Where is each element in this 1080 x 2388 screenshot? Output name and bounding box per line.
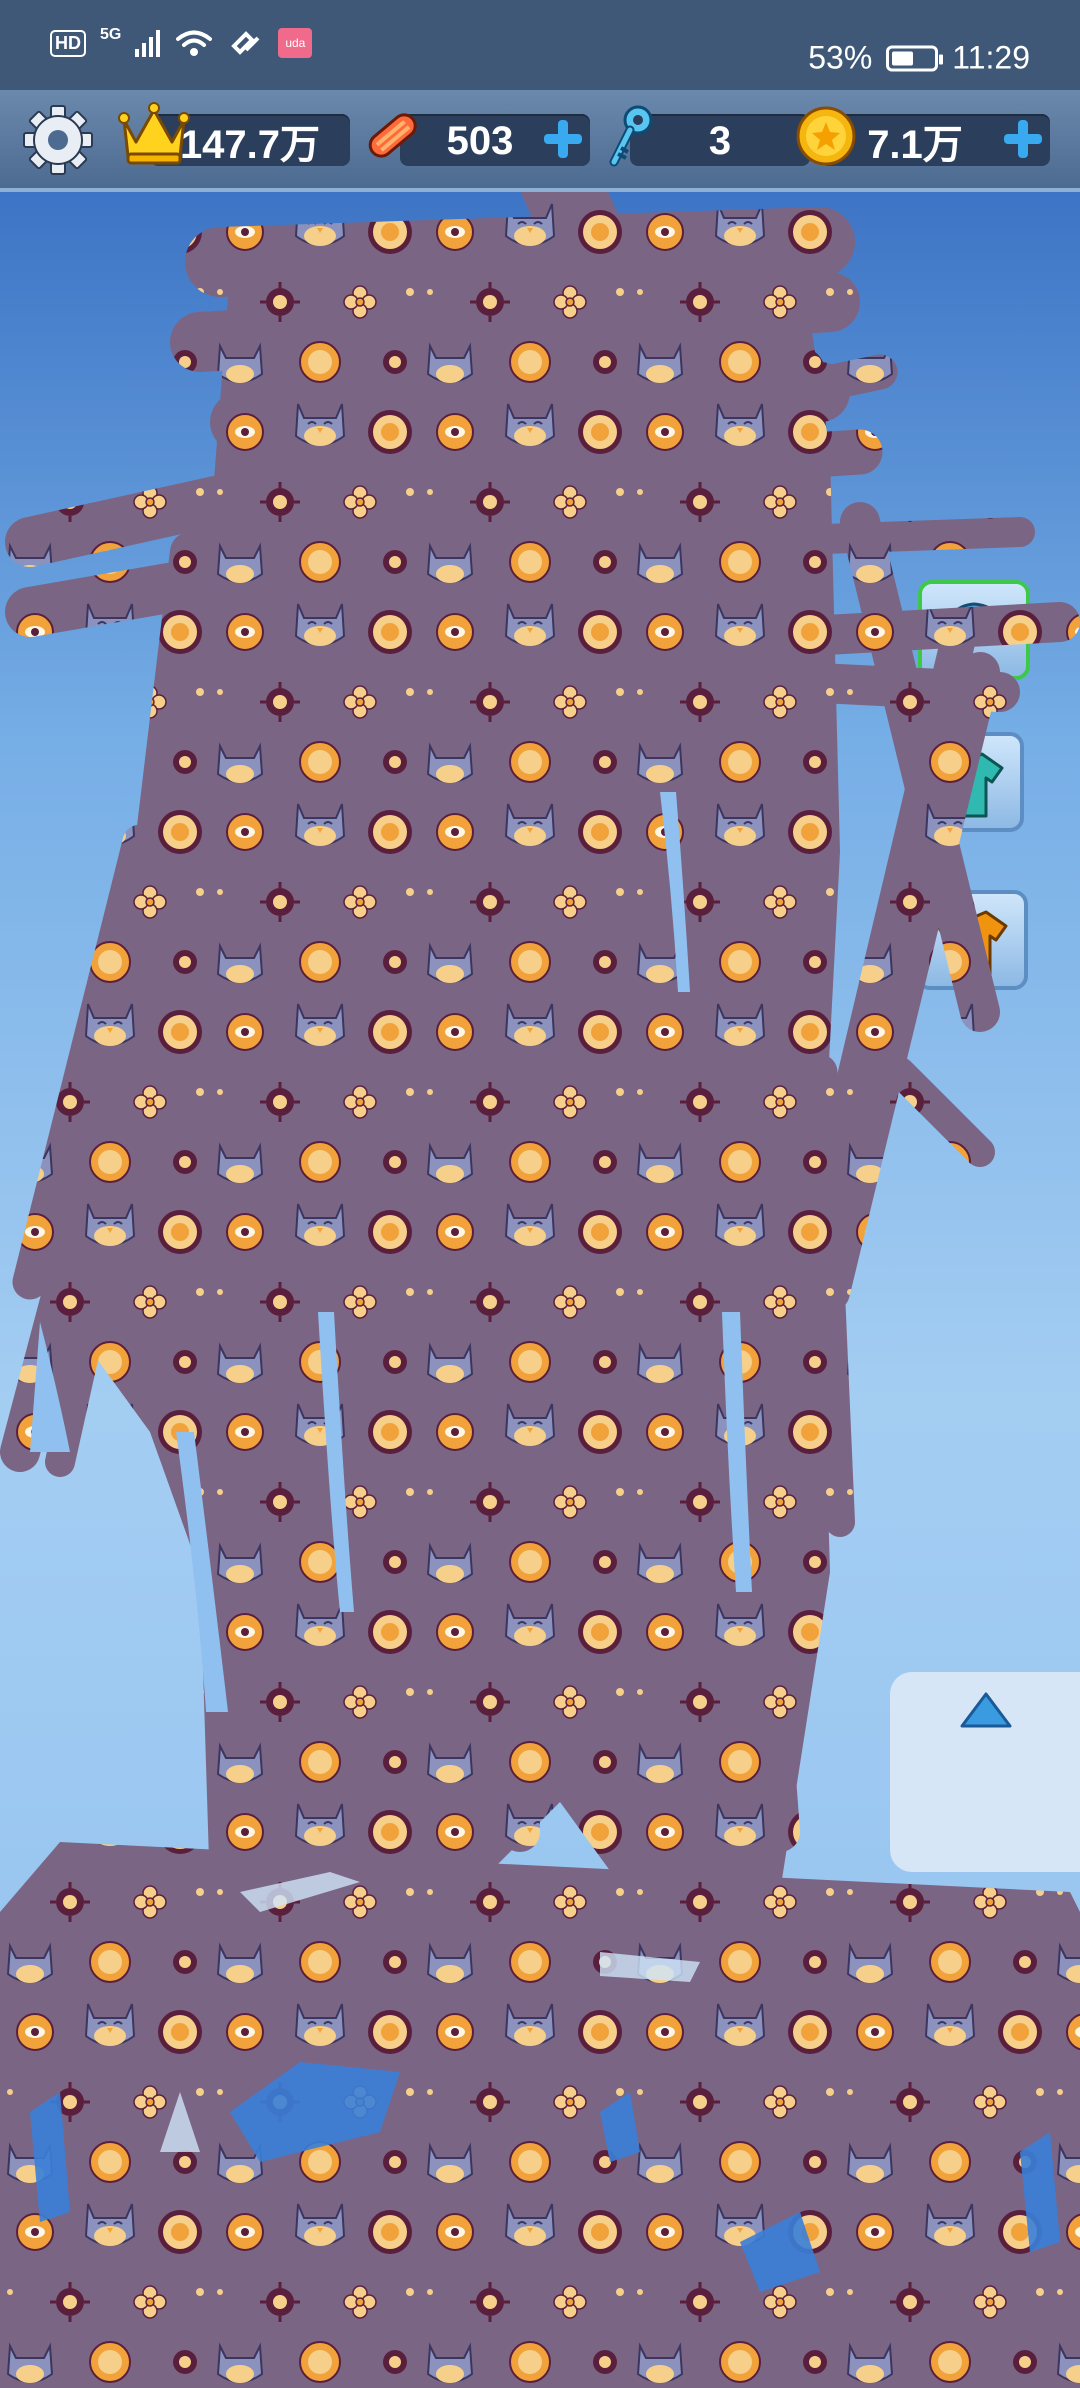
crown-icon [118,102,190,165]
wifi-icon [176,30,213,56]
skateboard-icon [368,113,417,158]
app-notification-badge: uda [278,28,313,58]
plus-icon[interactable] [540,116,586,162]
battery-percent: 53% [808,39,873,76]
battery-icon [886,45,944,71]
coin-value: 7.1万 [867,123,963,167]
hd-badge: HD [50,29,86,57]
status-left-group: HD 5G uda [50,26,313,58]
clock: 11:29 [952,39,1030,76]
game-scene[interactable] [0,192,1080,2388]
key-icon [609,105,653,167]
key-value: 3 [708,118,732,163]
network-type: 5G [100,26,122,43]
status-right-group: 53% 11:29 [808,40,1030,77]
status-bar: HD 5G uda 53% 11:29 [0,0,1080,90]
board-value: 503 [446,118,514,163]
coin-icon [796,106,856,166]
plus-icon[interactable] [1000,116,1046,162]
crown-value: 147.7万 [179,123,321,167]
gear-icon[interactable] [20,102,96,178]
scribble-pattern-overlay [0,192,1080,2388]
link-icon [231,31,260,55]
signal-icon [135,29,161,57]
resource-bar: 147.7万 503 3 7.1万 [0,90,1080,192]
